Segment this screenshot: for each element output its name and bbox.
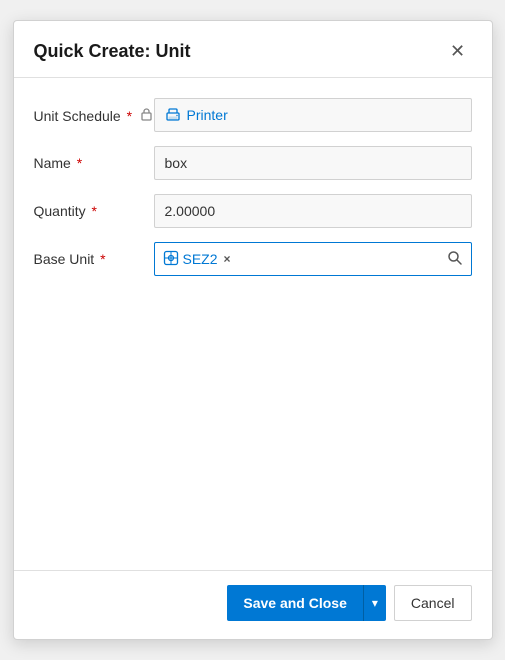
required-indicator: * — [100, 251, 105, 267]
dialog-footer: Save and Close ▾ Cancel — [14, 570, 492, 639]
quantity-label: Quantity * — [34, 203, 154, 219]
quick-create-dialog: Quick Create: Unit ✕ Unit Schedule * — [13, 20, 493, 640]
base-unit-field: SEZ2 × — [154, 242, 472, 276]
close-button[interactable]: ✕ — [444, 37, 472, 65]
base-unit-tag: SEZ2 × — [163, 250, 231, 269]
unit-schedule-label: Unit Schedule * — [34, 107, 154, 124]
cancel-button[interactable]: Cancel — [394, 585, 472, 621]
dialog-title: Quick Create: Unit — [34, 41, 191, 62]
save-and-close-button[interactable]: Save and Close — [227, 585, 363, 621]
name-label: Name * — [34, 155, 154, 171]
save-and-close-button-group: Save and Close ▾ — [227, 585, 386, 621]
dialog-body: Unit Schedule * — [14, 78, 492, 570]
remove-base-unit-button[interactable]: × — [224, 252, 231, 266]
unit-schedule-row: Unit Schedule * — [34, 98, 472, 132]
name-input[interactable] — [154, 146, 472, 180]
base-unit-row: Base Unit * SEZ2 × — [34, 242, 472, 276]
base-unit-entity-icon — [163, 250, 179, 269]
base-unit-label: Base Unit * — [34, 251, 154, 267]
required-indicator: * — [127, 108, 132, 124]
printer-icon — [165, 107, 181, 123]
quantity-input[interactable] — [154, 194, 472, 228]
save-dropdown-button[interactable]: ▾ — [363, 585, 386, 621]
unit-schedule-field: Printer — [154, 98, 472, 132]
dialog-header: Quick Create: Unit ✕ — [14, 21, 492, 78]
required-indicator: * — [92, 203, 97, 219]
name-row: Name * — [34, 146, 472, 180]
chevron-down-icon: ▾ — [372, 596, 378, 610]
base-unit-value: SEZ2 — [183, 251, 218, 267]
quantity-row: Quantity * — [34, 194, 472, 228]
base-unit-search-icon[interactable] — [447, 250, 463, 269]
unit-schedule-link[interactable]: Printer — [187, 107, 228, 123]
lock-icon — [140, 110, 153, 124]
close-icon: ✕ — [450, 41, 465, 62]
required-indicator: * — [77, 155, 82, 171]
